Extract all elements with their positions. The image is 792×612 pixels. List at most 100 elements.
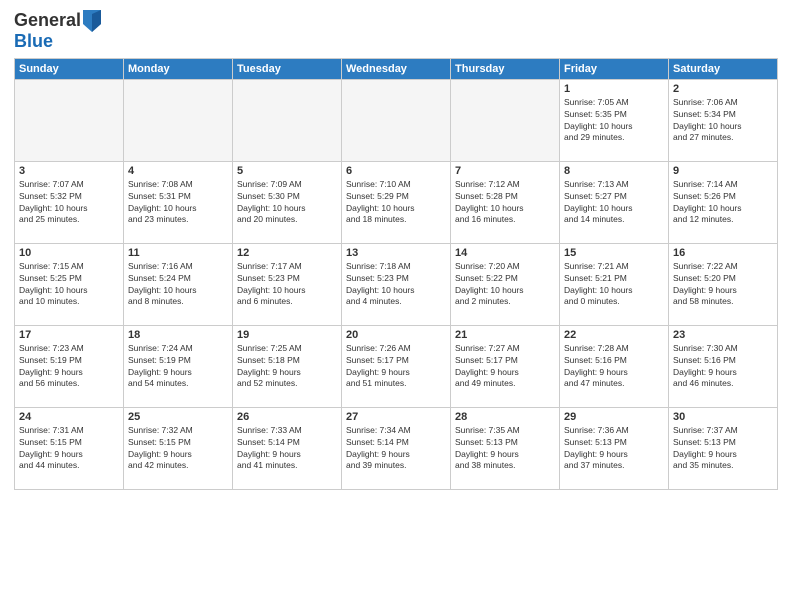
- calendar-cell: 20 Sunrise: 7:26 AM Sunset: 5:17 PM Dayli…: [342, 325, 451, 407]
- calendar-cell: 22Sunrise: 7:28 AM Sunset: 5:16 PM Dayli…: [560, 325, 669, 407]
- day-info: Sunrise: 7:34 AM Sunset: 5:14 PM Dayligh…: [346, 425, 446, 473]
- day-number: 6: [346, 165, 446, 177]
- day-number: 3: [19, 165, 119, 177]
- calendar-cell: 10 Sunrise: 7:15 AM Sunset: 5:25 PM Dayli…: [15, 243, 124, 325]
- day-number: 13: [346, 247, 446, 259]
- logo-text: GeneralBlue: [14, 10, 101, 52]
- day-number: 27: [346, 411, 446, 423]
- weekday-header: Saturday: [669, 58, 778, 79]
- day-info: Sunrise: 7:36 AM Sunset: 5:13 PM Dayligh…: [564, 425, 664, 473]
- calendar-cell: 19 Sunrise: 7:25 AM Sunset: 5:18 PM Dayli…: [233, 325, 342, 407]
- calendar-cell: 30 Sunrise: 7:37 AM Sunset: 5:13 PM Dayli…: [669, 407, 778, 489]
- day-info: Sunrise: 7:14 AM Sunset: 5:26 PM Dayligh…: [673, 179, 773, 227]
- day-number: 15: [564, 247, 664, 259]
- day-number: 5: [237, 165, 337, 177]
- day-number: 11: [128, 247, 228, 259]
- calendar-cell: 1 Sunrise: 7:05 AM Sunset: 5:35 PM Daylig…: [560, 79, 669, 161]
- day-info: Sunrise: 7:20 AM Sunset: 5:22 PM Dayligh…: [455, 261, 555, 309]
- logo-general: General: [14, 10, 81, 30]
- day-number: 28: [455, 411, 555, 423]
- calendar-week-row: 1 Sunrise: 7:05 AM Sunset: 5:35 PM Daylig…: [15, 79, 778, 161]
- calendar-cell: [233, 79, 342, 161]
- day-number: 21: [455, 329, 555, 341]
- calendar-cell: 21 Sunrise: 7:27 AM Sunset: 5:17 PM Dayli…: [451, 325, 560, 407]
- calendar-cell: 28 Sunrise: 7:35 AM Sunset: 5:13 PM Dayli…: [451, 407, 560, 489]
- calendar-cell: 16 Sunrise: 7:22 AM Sunset: 5:20 PM Dayli…: [669, 243, 778, 325]
- day-info: Sunrise: 7:22 AM Sunset: 5:20 PM Dayligh…: [673, 261, 773, 309]
- day-info: Sunrise: 7:28 AM Sunset: 5:16 PM Dayligh…: [564, 343, 664, 391]
- day-number: 20: [346, 329, 446, 341]
- calendar-cell: [451, 79, 560, 161]
- calendar-cell: [342, 79, 451, 161]
- day-info: Sunrise: 7:35 AM Sunset: 5:13 PM Dayligh…: [455, 425, 555, 473]
- calendar-cell: 26Sunrise: 7:33 AM Sunset: 5:14 PM Dayli…: [233, 407, 342, 489]
- day-number: 12: [237, 247, 337, 259]
- calendar-cell: [15, 79, 124, 161]
- calendar-header-row: SundayMondayTuesdayWednesdayThursdayFrid…: [15, 58, 778, 79]
- page: GeneralBlue SundayMondayTuesdayWednesday…: [0, 0, 792, 612]
- calendar-cell: 24 Sunrise: 7:31 AM Sunset: 5:15 PM Dayli…: [15, 407, 124, 489]
- weekday-header: Sunday: [15, 58, 124, 79]
- day-info: Sunrise: 7:33 AM Sunset: 5:14 PM Dayligh…: [237, 425, 337, 473]
- day-info: Sunrise: 7:13 AM Sunset: 5:27 PM Dayligh…: [564, 179, 664, 227]
- day-number: 17: [19, 329, 119, 341]
- day-number: 23: [673, 329, 773, 341]
- day-number: 29: [564, 411, 664, 423]
- day-number: 16: [673, 247, 773, 259]
- calendar-cell: 25 Sunrise: 7:32 AM Sunset: 5:15 PM Dayli…: [124, 407, 233, 489]
- weekday-header: Monday: [124, 58, 233, 79]
- day-number: 8: [564, 165, 664, 177]
- calendar-cell: 27 Sunrise: 7:34 AM Sunset: 5:14 PM Dayli…: [342, 407, 451, 489]
- calendar-cell: [124, 79, 233, 161]
- calendar-cell: 7 Sunrise: 7:12 AM Sunset: 5:28 PM Daylig…: [451, 161, 560, 243]
- calendar-week-row: 24 Sunrise: 7:31 AM Sunset: 5:15 PM Dayli…: [15, 407, 778, 489]
- calendar-table: SundayMondayTuesdayWednesdayThursdayFrid…: [14, 58, 778, 490]
- day-number: 18: [128, 329, 228, 341]
- day-number: 2: [673, 83, 773, 95]
- calendar-cell: 15 Sunrise: 7:21 AM Sunset: 5:21 PM Dayli…: [560, 243, 669, 325]
- calendar-week-row: 3 Sunrise: 7:07 AM Sunset: 5:32 PM Daylig…: [15, 161, 778, 243]
- day-info: Sunrise: 7:26 AM Sunset: 5:17 PM Dayligh…: [346, 343, 446, 391]
- day-info: Sunrise: 7:06 AM Sunset: 5:34 PM Dayligh…: [673, 97, 773, 145]
- day-info: Sunrise: 7:31 AM Sunset: 5:15 PM Dayligh…: [19, 425, 119, 473]
- logo-blue: Blue: [14, 31, 53, 51]
- day-number: 24: [19, 411, 119, 423]
- calendar-cell: 9Sunrise: 7:14 AM Sunset: 5:26 PM Daylig…: [669, 161, 778, 243]
- day-info: Sunrise: 7:16 AM Sunset: 5:24 PM Dayligh…: [128, 261, 228, 309]
- day-number: 4: [128, 165, 228, 177]
- day-number: 1: [564, 83, 664, 95]
- logo-icon: [83, 10, 101, 32]
- day-info: Sunrise: 7:15 AM Sunset: 5:25 PM Dayligh…: [19, 261, 119, 309]
- day-info: Sunrise: 7:27 AM Sunset: 5:17 PM Dayligh…: [455, 343, 555, 391]
- calendar-cell: 23 Sunrise: 7:30 AM Sunset: 5:16 PM Dayli…: [669, 325, 778, 407]
- calendar-week-row: 17 Sunrise: 7:23 AM Sunset: 5:19 PM Dayli…: [15, 325, 778, 407]
- day-info: Sunrise: 7:07 AM Sunset: 5:32 PM Dayligh…: [19, 179, 119, 227]
- day-info: Sunrise: 7:37 AM Sunset: 5:13 PM Dayligh…: [673, 425, 773, 473]
- day-number: 14: [455, 247, 555, 259]
- day-info: Sunrise: 7:30 AM Sunset: 5:16 PM Dayligh…: [673, 343, 773, 391]
- calendar-cell: 18 Sunrise: 7:24 AM Sunset: 5:19 PM Dayli…: [124, 325, 233, 407]
- day-info: Sunrise: 7:23 AM Sunset: 5:19 PM Dayligh…: [19, 343, 119, 391]
- weekday-header: Friday: [560, 58, 669, 79]
- day-info: Sunrise: 7:24 AM Sunset: 5:19 PM Dayligh…: [128, 343, 228, 391]
- day-info: Sunrise: 7:21 AM Sunset: 5:21 PM Dayligh…: [564, 261, 664, 309]
- calendar-cell: 4Sunrise: 7:08 AM Sunset: 5:31 PM Daylig…: [124, 161, 233, 243]
- day-info: Sunrise: 7:12 AM Sunset: 5:28 PM Dayligh…: [455, 179, 555, 227]
- calendar-cell: 3 Sunrise: 7:07 AM Sunset: 5:32 PM Daylig…: [15, 161, 124, 243]
- calendar-body: 1 Sunrise: 7:05 AM Sunset: 5:35 PM Daylig…: [15, 79, 778, 489]
- calendar-cell: 8 Sunrise: 7:13 AM Sunset: 5:27 PM Daylig…: [560, 161, 669, 243]
- day-info: Sunrise: 7:05 AM Sunset: 5:35 PM Dayligh…: [564, 97, 664, 145]
- day-number: 7: [455, 165, 555, 177]
- calendar-cell: 12Sunrise: 7:17 AM Sunset: 5:23 PM Dayli…: [233, 243, 342, 325]
- day-info: Sunrise: 7:32 AM Sunset: 5:15 PM Dayligh…: [128, 425, 228, 473]
- logo: GeneralBlue: [14, 10, 101, 52]
- day-info: Sunrise: 7:25 AM Sunset: 5:18 PM Dayligh…: [237, 343, 337, 391]
- day-number: 25: [128, 411, 228, 423]
- calendar-cell: 6 Sunrise: 7:10 AM Sunset: 5:29 PM Daylig…: [342, 161, 451, 243]
- day-number: 10: [19, 247, 119, 259]
- header: GeneralBlue: [14, 10, 778, 52]
- day-number: 19: [237, 329, 337, 341]
- day-info: Sunrise: 7:10 AM Sunset: 5:29 PM Dayligh…: [346, 179, 446, 227]
- calendar-cell: 17 Sunrise: 7:23 AM Sunset: 5:19 PM Dayli…: [15, 325, 124, 407]
- day-number: 30: [673, 411, 773, 423]
